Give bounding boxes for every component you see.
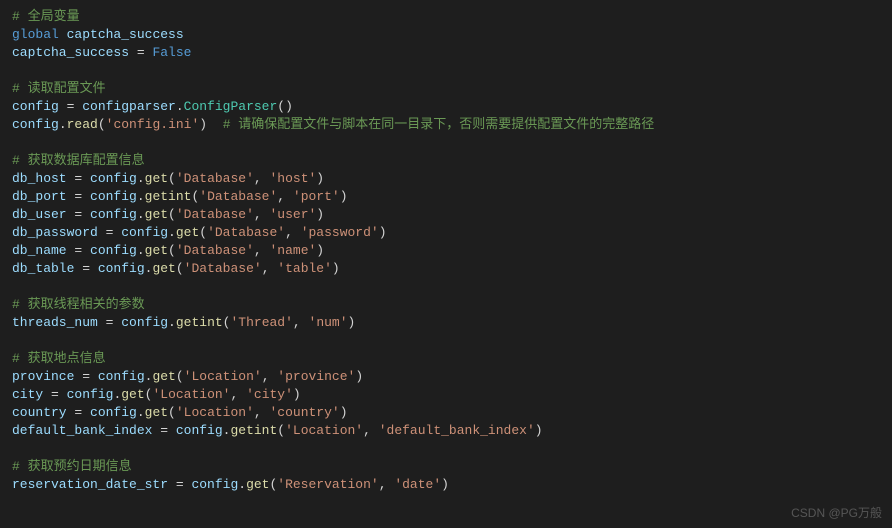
code-line: province = config.get('Location', 'provi… — [12, 368, 880, 386]
var: db_password — [12, 225, 98, 240]
class: ConfigParser — [184, 99, 278, 114]
var: threads_num — [12, 315, 98, 330]
blank-line — [12, 278, 880, 296]
code-line: default_bank_index = config.getint('Loca… — [12, 422, 880, 440]
code-line: # 获取线程相关的参数 — [12, 296, 880, 314]
comment: # 获取线程相关的参数 — [12, 297, 145, 312]
code-editor[interactable]: # 全局变量 global captcha_success captcha_su… — [12, 8, 880, 494]
module: configparser — [82, 99, 176, 114]
comment: # 读取配置文件 — [12, 81, 106, 96]
code-line: reservation_date_str = config.get('Reser… — [12, 476, 880, 494]
code-line: # 获取预约日期信息 — [12, 458, 880, 476]
blank-line — [12, 440, 880, 458]
code-line: config = configparser.ConfigParser() — [12, 98, 880, 116]
var: province — [12, 369, 74, 384]
code-line: threads_num = config.getint('Thread', 'n… — [12, 314, 880, 332]
comment: # 获取预约日期信息 — [12, 459, 132, 474]
var: config — [12, 99, 59, 114]
var: db_port — [12, 189, 67, 204]
var: db_name — [12, 243, 67, 258]
blank-line — [12, 134, 880, 152]
var: db_host — [12, 171, 67, 186]
var: captcha_success — [67, 27, 184, 42]
comment: # 全局变量 — [12, 9, 80, 24]
var: db_user — [12, 207, 67, 222]
code-line: # 获取数据库配置信息 — [12, 152, 880, 170]
code-line: # 全局变量 — [12, 8, 880, 26]
code-line: # 读取配置文件 — [12, 80, 880, 98]
comment: # 获取地点信息 — [12, 351, 106, 366]
code-line: db_table = config.get('Database', 'table… — [12, 260, 880, 278]
watermark: CSDN @PG万般 — [791, 504, 882, 522]
code-line: db_user = config.get('Database', 'user') — [12, 206, 880, 224]
code-line: global captcha_success — [12, 26, 880, 44]
comment: # 获取数据库配置信息 — [12, 153, 145, 168]
var: default_bank_index — [12, 423, 152, 438]
func: read — [67, 117, 98, 132]
var: config — [12, 117, 59, 132]
blank-line — [12, 332, 880, 350]
code-line: country = config.get('Location', 'countr… — [12, 404, 880, 422]
comment: # 请确保配置文件与脚本在同一目录下，否则需要提供配置文件的完整路径 — [223, 117, 655, 132]
var: reservation_date_str — [12, 477, 168, 492]
code-line: config.read('config.ini') # 请确保配置文件与脚本在同… — [12, 116, 880, 134]
code-line: captcha_success = False — [12, 44, 880, 62]
code-line: city = config.get('Location', 'city') — [12, 386, 880, 404]
var: db_table — [12, 261, 74, 276]
code-line: db_host = config.get('Database', 'host') — [12, 170, 880, 188]
bool-false: False — [152, 45, 191, 60]
var: city — [12, 387, 43, 402]
var: captcha_success — [12, 45, 129, 60]
var: country — [12, 405, 67, 420]
string: 'config.ini' — [106, 117, 200, 132]
code-line: db_password = config.get('Database', 'pa… — [12, 224, 880, 242]
keyword-global: global — [12, 27, 59, 42]
code-line: db_port = config.getint('Database', 'por… — [12, 188, 880, 206]
blank-line — [12, 62, 880, 80]
code-line: # 获取地点信息 — [12, 350, 880, 368]
code-line: db_name = config.get('Database', 'name') — [12, 242, 880, 260]
